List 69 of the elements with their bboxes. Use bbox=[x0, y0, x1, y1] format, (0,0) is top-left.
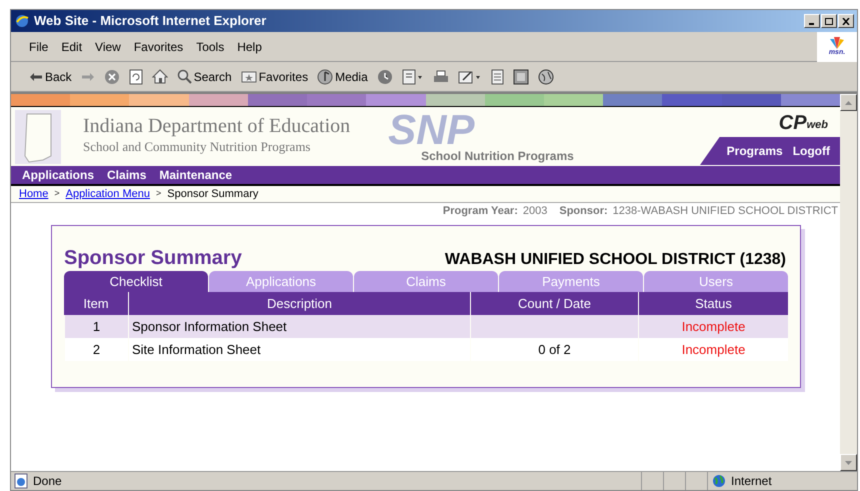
breadcrumb-link[interactable]: Home bbox=[19, 186, 48, 202]
cnp-web-logo: CPweb bbox=[778, 113, 828, 133]
breadcrumb-link[interactable]: Application Menu bbox=[66, 186, 150, 202]
menu-item[interactable]: File bbox=[29, 38, 48, 56]
maximize-icon bbox=[825, 18, 833, 24]
favorites-button[interactable]: Favorites bbox=[240, 68, 308, 86]
edit-icon[interactable] bbox=[458, 70, 482, 84]
maximize-button[interactable] bbox=[821, 14, 837, 28]
globe-icon bbox=[712, 474, 726, 488]
menu-item[interactable]: View bbox=[95, 38, 121, 56]
table-cell: Sponsor Information Sheet bbox=[128, 315, 470, 338]
breadcrumb-separator: > bbox=[54, 187, 60, 200]
column-header: Status bbox=[638, 292, 788, 315]
snp-watermark: SNP bbox=[388, 109, 474, 151]
nav-link[interactable]: Maintenance bbox=[159, 166, 232, 184]
breadcrumb-current: Sponsor Summary bbox=[167, 186, 258, 202]
browser-logo-icon bbox=[14, 13, 30, 29]
document-icon[interactable] bbox=[490, 68, 504, 84]
table-cell: 0 of 2 bbox=[470, 338, 638, 361]
media-button[interactable]: Media bbox=[317, 68, 368, 86]
nav-link[interactable]: Claims bbox=[107, 166, 146, 184]
column-header: Item bbox=[64, 292, 128, 315]
zone-text: Internet bbox=[731, 473, 772, 490]
printer-icon[interactable] bbox=[432, 70, 449, 84]
header-link[interactable]: Logoff bbox=[792, 142, 830, 160]
home-icon[interactable] bbox=[152, 69, 168, 84]
scroll-up-button[interactable] bbox=[840, 94, 857, 111]
tab[interactable]: Checklist bbox=[64, 271, 208, 292]
table-cell: Incomplete bbox=[638, 315, 788, 338]
close-button[interactable] bbox=[838, 14, 854, 28]
nav-link[interactable]: Applications bbox=[22, 166, 94, 184]
column-header: Description bbox=[128, 292, 470, 315]
close-icon bbox=[842, 18, 850, 24]
table-cell: Site Information Sheet bbox=[128, 338, 470, 361]
status-text: Done bbox=[33, 473, 62, 490]
menu-item[interactable]: Favorites bbox=[134, 38, 184, 56]
menu-item[interactable]: Help bbox=[237, 38, 262, 56]
menu-item[interactable]: Tools bbox=[196, 38, 224, 56]
header-link[interactable]: Programs bbox=[726, 142, 783, 160]
table-cell: 1 bbox=[64, 315, 128, 338]
scroll-down-button[interactable] bbox=[840, 454, 857, 471]
stop-icon[interactable] bbox=[104, 68, 120, 84]
search-button[interactable]: Search bbox=[176, 68, 232, 86]
info-label: Program Year: bbox=[442, 204, 518, 219]
window-title: Web Site - Microsoft Internet Explorer bbox=[34, 12, 266, 30]
frame-icon[interactable] bbox=[512, 68, 529, 84]
breadcrumb-separator: > bbox=[156, 187, 162, 200]
media-icon bbox=[317, 68, 334, 84]
summary-title: Sponsor Summary bbox=[64, 248, 242, 268]
page-icon bbox=[13, 473, 29, 489]
search-icon bbox=[176, 69, 192, 84]
site-title: Indiana Department of Education bbox=[83, 115, 350, 137]
info-value: 1238-WABASH UNIFIED SCHOOL DISTRICT bbox=[612, 204, 838, 219]
info-value: 2003 bbox=[522, 204, 548, 219]
menu-item[interactable]: Edit bbox=[61, 38, 82, 56]
back-button[interactable]: Back bbox=[29, 68, 72, 86]
table-cell: 2 bbox=[64, 338, 128, 361]
column-header: Count / Date bbox=[470, 292, 638, 315]
snp-title: School Nutrition Programs bbox=[421, 148, 574, 165]
table-cell: Incomplete bbox=[638, 338, 788, 361]
site-subtitle: School and Community Nutrition Programs bbox=[83, 138, 312, 156]
minimize-button[interactable] bbox=[804, 14, 820, 28]
up-arrow-icon bbox=[845, 100, 852, 104]
down-arrow-icon bbox=[845, 460, 852, 464]
district-name: WABASH UNIFIED SCHOOL DISTRICT (1238) bbox=[444, 252, 787, 268]
info-label: Sponsor: bbox=[559, 204, 608, 219]
refresh-icon[interactable] bbox=[128, 68, 143, 84]
back-arrow-icon bbox=[29, 72, 43, 82]
globe-icon[interactable] bbox=[538, 68, 554, 84]
